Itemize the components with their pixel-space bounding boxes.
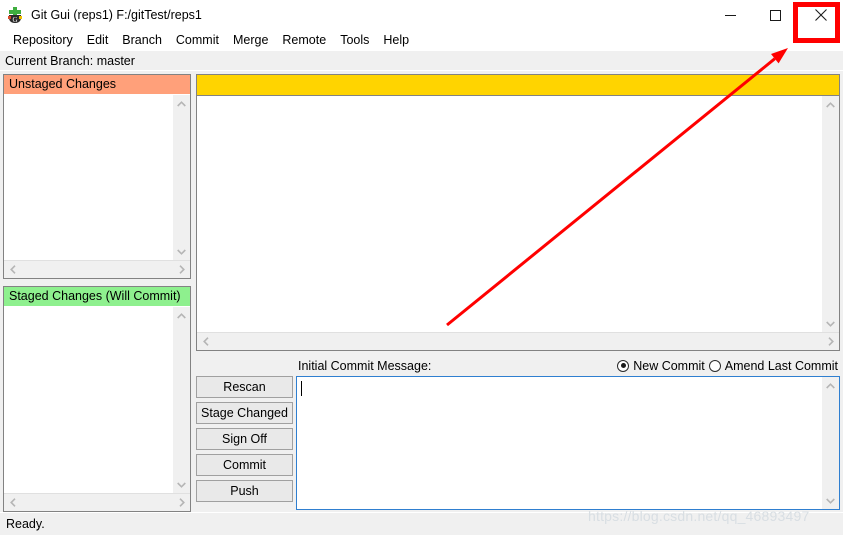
commit-message-vertical-scrollbar[interactable] <box>821 377 839 509</box>
radio-new-commit-label: New Commit <box>633 358 705 373</box>
maximize-icon[interactable] <box>753 0 798 30</box>
scroll-left-icon[interactable] <box>4 261 21 278</box>
scroll-left-icon[interactable] <box>4 494 21 511</box>
menu-item-merge[interactable]: Merge <box>226 32 275 49</box>
window-title: Git Gui (reps1) F:/gitTest/reps1 <box>31 8 202 22</box>
scroll-down-icon[interactable] <box>173 476 190 493</box>
staged-changes-body <box>4 307 190 493</box>
minimize-icon[interactable] <box>708 0 753 30</box>
radio-unselected-icon <box>708 359 721 372</box>
radio-new-commit[interactable]: New Commit <box>617 359 705 373</box>
commit-button-column: Rescan Stage Changed Sign Off Commit Pus… <box>196 376 296 502</box>
staged-changes-header: Staged Changes (Will Commit) <box>4 287 190 307</box>
diff-content-frame <box>196 96 840 351</box>
unstaged-changes-panel: Unstaged Changes <box>3 74 191 279</box>
git-gui-icon: G <box>7 7 23 23</box>
diff-horizontal-scrollbar[interactable] <box>197 332 839 350</box>
menu-item-edit[interactable]: Edit <box>80 32 116 49</box>
scroll-down-icon[interactable] <box>822 315 839 332</box>
radio-amend-last-commit[interactable]: Amend Last Commit <box>708 358 838 373</box>
staged-horizontal-scrollbar[interactable] <box>4 493 190 511</box>
scroll-down-icon[interactable] <box>822 492 839 509</box>
unstaged-file-list[interactable] <box>4 95 172 260</box>
menu-item-remote[interactable]: Remote <box>275 32 333 49</box>
staged-changes-panel: Staged Changes (Will Commit) <box>3 286 191 512</box>
unstaged-changes-body <box>4 95 190 260</box>
menu-bar: Repository Edit Branch Commit Merge Remo… <box>0 30 843 51</box>
commit-message-label-row: Initial Commit Message: New Commit Amend… <box>196 355 840 376</box>
title-bar: G Git Gui (reps1) F:/gitTest/reps1 <box>0 0 843 30</box>
git-gui-window: G Git Gui (reps1) F:/gitTest/reps1 Repos… <box>0 0 843 535</box>
scroll-right-icon[interactable] <box>173 261 190 278</box>
scroll-up-icon[interactable] <box>822 96 839 113</box>
staged-vertical-scrollbar[interactable] <box>172 307 190 493</box>
menu-item-commit[interactable]: Commit <box>169 32 226 49</box>
diff-vertical-scrollbar[interactable] <box>821 96 839 332</box>
commit-message-label: Initial Commit Message: <box>298 358 432 373</box>
push-button[interactable]: Push <box>196 480 293 502</box>
file-lists-column: Unstaged Changes Staged Changes (Will Co… <box>3 74 191 512</box>
radio-amend-last-commit-label: Amend Last Commit <box>724 358 838 373</box>
menu-item-help[interactable]: Help <box>376 32 416 49</box>
staged-file-list[interactable] <box>4 307 172 493</box>
diff-and-commit-column: Initial Commit Message: New Commit Amend… <box>196 74 840 512</box>
rescan-button[interactable]: Rescan <box>196 376 293 398</box>
radio-selected-icon <box>617 359 630 372</box>
diff-text-area[interactable] <box>197 96 821 332</box>
diff-file-header-banner <box>196 74 840 96</box>
menu-item-branch[interactable]: Branch <box>115 32 169 49</box>
commit-message-textarea[interactable] <box>297 377 821 509</box>
scroll-left-icon[interactable] <box>197 333 214 350</box>
current-branch-bar: Current Branch: master <box>0 51 843 71</box>
status-bar: Ready. <box>0 512 843 535</box>
unstaged-vertical-scrollbar[interactable] <box>172 95 190 260</box>
text-caret <box>301 381 302 396</box>
main-area: Unstaged Changes Staged Changes (Will Co… <box>0 71 843 512</box>
window-controls <box>708 0 843 30</box>
commit-mode-radio-group: New Commit Amend Last Commit <box>617 359 840 373</box>
unstaged-changes-header: Unstaged Changes <box>4 75 190 95</box>
sign-off-button[interactable]: Sign Off <box>196 428 293 450</box>
commit-button[interactable]: Commit <box>196 454 293 476</box>
menu-item-repository[interactable]: Repository <box>6 32 80 49</box>
unstaged-horizontal-scrollbar[interactable] <box>4 260 190 278</box>
diff-viewer <box>196 74 840 351</box>
commit-area: Initial Commit Message: New Commit Amend… <box>196 355 840 512</box>
scroll-up-icon[interactable] <box>173 307 190 324</box>
stage-changed-button[interactable]: Stage Changed <box>196 402 293 424</box>
scroll-down-icon[interactable] <box>173 243 190 260</box>
close-icon[interactable] <box>798 0 843 30</box>
diff-content-row <box>197 96 839 332</box>
commit-message-field[interactable] <box>296 376 840 510</box>
commit-controls-row: Rescan Stage Changed Sign Off Commit Pus… <box>196 376 840 510</box>
scroll-right-icon[interactable] <box>822 333 839 350</box>
menu-item-tools[interactable]: Tools <box>333 32 376 49</box>
scroll-up-icon[interactable] <box>822 377 839 394</box>
scroll-right-icon[interactable] <box>173 494 190 511</box>
scroll-up-icon[interactable] <box>173 95 190 112</box>
